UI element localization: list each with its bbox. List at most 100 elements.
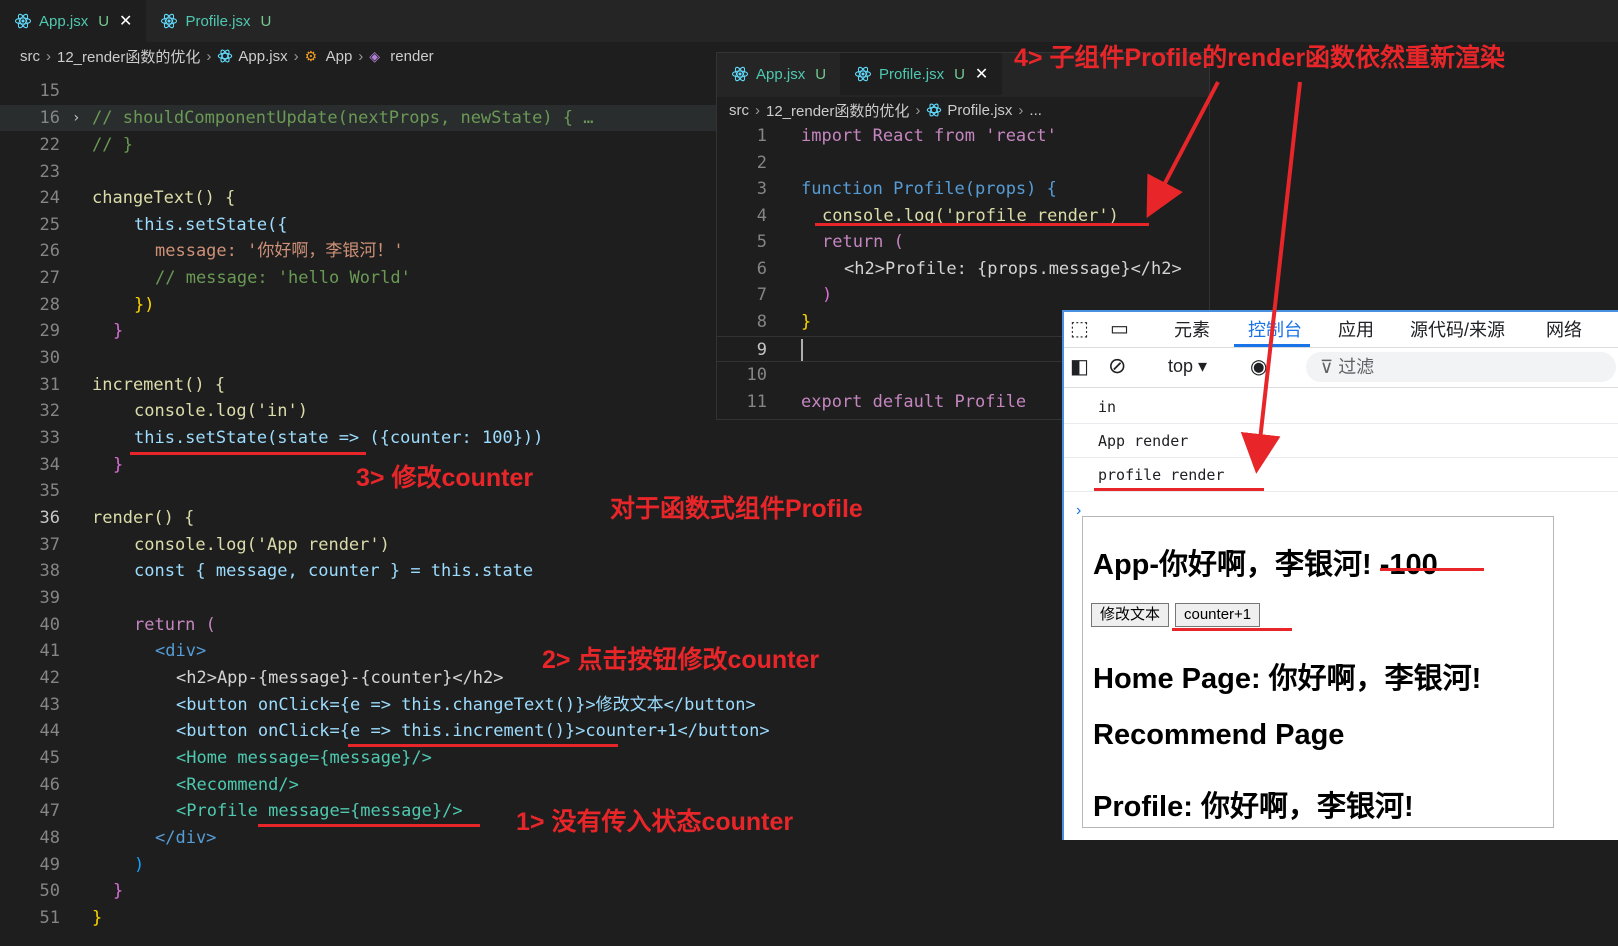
annotation-underline xyxy=(1380,568,1484,571)
clear-console-icon[interactable]: ⊘ xyxy=(1108,353,1126,379)
devtools-tab-bar: ⬚ ▭ 元素 控制台 应用 源代码/来源 网络 xyxy=(1064,312,1618,348)
code-line: 5 return ( xyxy=(756,232,904,252)
tab-label: Profile.jsx xyxy=(879,65,945,83)
breadcrumb-item[interactable]: render xyxy=(390,48,433,65)
code-line: 30 xyxy=(39,348,60,368)
code-line: 26 message: '你好啊，李银河！' xyxy=(39,241,404,261)
home-heading: Home Page: 你好啊，李银河! xyxy=(1093,663,1482,695)
code-line: 2 xyxy=(756,153,767,173)
code-line: 44 <button onClick={e => this.increment()… xyxy=(39,721,770,741)
console-log-line: App render xyxy=(1064,424,1618,458)
context-selector[interactable]: top ▾ xyxy=(1168,356,1207,377)
code-line: 3 function Profile(props) { xyxy=(756,179,1057,199)
annotation-underline xyxy=(1172,628,1292,631)
code-line: 15 xyxy=(39,81,60,101)
profile-heading: Profile: 你好啊，李银河! xyxy=(1093,791,1414,823)
code-line: 46 <Recommend/> xyxy=(39,775,299,795)
annotation-underline xyxy=(815,223,1149,226)
annotation-underline xyxy=(258,824,480,827)
inspect-icon[interactable]: ⬚ xyxy=(1070,316,1089,341)
tab-status: U xyxy=(98,12,110,30)
tab-label: Profile.jsx xyxy=(185,12,251,30)
code-line: 31 increment() { xyxy=(39,375,226,395)
code-line: 27// message: 'hello World' xyxy=(39,268,411,288)
device-toggle-icon[interactable]: ▭ xyxy=(1110,316,1129,341)
annotation-center: 对于函数式组件Profile xyxy=(610,495,863,523)
breadcrumb: src › 12_render函数的优化 › Profile.jsx › ... xyxy=(729,100,1042,121)
code-line: 24 changeText() { xyxy=(39,188,236,208)
annotation-underline xyxy=(1094,488,1264,491)
change-text-button[interactable]: 修改文本 xyxy=(1091,603,1170,627)
counter-increment-button[interactable]: counter+1 xyxy=(1175,603,1261,627)
code-line: 50} xyxy=(39,881,124,901)
close-icon[interactable]: ✕ xyxy=(975,64,988,84)
tab-status: U xyxy=(954,65,965,83)
code-line: 25 this.setState({ xyxy=(39,215,288,235)
breadcrumb-item[interactable]: src xyxy=(729,102,749,119)
breadcrumb-item[interactable]: App xyxy=(326,48,353,65)
react-icon xyxy=(731,66,749,82)
method-icon: ◈ xyxy=(369,48,381,64)
devtools-tab[interactable]: 元素 xyxy=(1174,316,1210,342)
annotation-note-3: 3> 修改counter xyxy=(356,464,534,492)
tab-app-jsx[interactable]: App.jsx U xyxy=(717,53,840,95)
code-line: 49) xyxy=(39,855,145,875)
tab-profile-jsx[interactable]: Profile.jsx U xyxy=(146,0,285,42)
code-line: 40 return ( xyxy=(39,615,216,635)
code-line: 33 this.setState(state => ({counter: 100}… xyxy=(39,428,544,448)
code-line: 37 console.log('App render') xyxy=(39,535,390,555)
app-heading: App-你好啊，李银河! -100 xyxy=(1093,549,1438,581)
editor-tab-bar: App.jsx U ✕ Profile.jsx U xyxy=(0,0,1618,42)
breadcrumb-item[interactable]: 12_render函数的优化 xyxy=(57,46,200,67)
console-prompt-icon[interactable]: › xyxy=(1076,502,1081,520)
code-line: 7) xyxy=(756,285,833,305)
close-icon[interactable]: ✕ xyxy=(119,11,132,31)
console-toolbar: ◧ ⊘ top ▾ ◉ ⊽ 过滤 xyxy=(1064,348,1618,388)
react-icon xyxy=(927,103,942,117)
code-line: 28}) xyxy=(39,295,155,315)
code-line: 16 ›// shouldComponentUpdate(nextProps, n… xyxy=(0,105,740,131)
code-line: 45 <Home message={message}/> xyxy=(39,748,432,768)
code-line: 43 <button onClick={e => this.changeText(… xyxy=(39,695,756,715)
breadcrumb-item[interactable]: 12_render函数的优化 xyxy=(766,100,909,121)
code-line: 38 const { message, counter } = this.stat… xyxy=(39,561,534,581)
devtools-tab-console[interactable]: 控制台 xyxy=(1248,316,1302,342)
breadcrumb-item[interactable]: src xyxy=(20,48,40,65)
react-icon xyxy=(14,13,32,29)
code-line: 22// } xyxy=(39,135,133,155)
tab-status: U xyxy=(815,65,827,83)
sidebar-toggle-icon[interactable]: ◧ xyxy=(1070,354,1089,379)
recommend-heading: Recommend Page xyxy=(1093,719,1345,751)
code-line: 23 xyxy=(39,162,60,182)
react-icon xyxy=(161,13,178,29)
devtools-tab[interactable]: 应用 xyxy=(1338,316,1374,342)
breadcrumb-item[interactable]: App.jsx xyxy=(238,48,287,65)
devtools-tab[interactable]: 网络 xyxy=(1546,316,1582,342)
code-line: 39 xyxy=(39,588,60,608)
filter-input[interactable]: ⊽ 过滤 xyxy=(1306,352,1616,382)
devtools-tab[interactable]: 源代码/来源 xyxy=(1410,316,1505,342)
breadcrumb-item[interactable]: ... xyxy=(1029,102,1042,119)
code-line: 51} xyxy=(39,908,103,928)
tab-status: U xyxy=(260,12,272,30)
annotation-underline xyxy=(130,452,366,455)
code-line: 32 console.log('in') xyxy=(39,401,308,421)
react-icon xyxy=(855,66,872,82)
console-log-line: profile render xyxy=(1064,458,1618,492)
page-preview: App-你好啊，李银河! -100 修改文本 counter+1 Home Pa… xyxy=(1082,516,1554,828)
breadcrumb-item[interactable]: Profile.jsx xyxy=(947,102,1012,119)
console-log-line: in xyxy=(1064,390,1618,424)
code-line: 6 <h2>Profile: {props.message}</h2> xyxy=(756,259,1182,279)
tab-label: App.jsx xyxy=(39,12,89,30)
tab-app-jsx[interactable]: App.jsx U ✕ xyxy=(0,0,147,42)
tab-profile-jsx[interactable]: Profile.jsx U ✕ xyxy=(840,53,1003,95)
eye-icon[interactable]: ◉ xyxy=(1250,354,1267,379)
annotation-note-1: 1> 没有传入状态counter xyxy=(516,808,794,836)
annotation-note-4: 4> 子组件Profile的render函数依然重新渲染 xyxy=(1014,44,1506,72)
react-icon xyxy=(218,49,233,63)
code-line: 1 import React from 'react' xyxy=(756,126,1057,146)
chevron-right-icon[interactable]: › xyxy=(72,105,80,131)
class-icon: ⚙ xyxy=(304,48,318,64)
annotation-underline xyxy=(348,744,618,747)
tab-label: App.jsx xyxy=(756,65,806,83)
